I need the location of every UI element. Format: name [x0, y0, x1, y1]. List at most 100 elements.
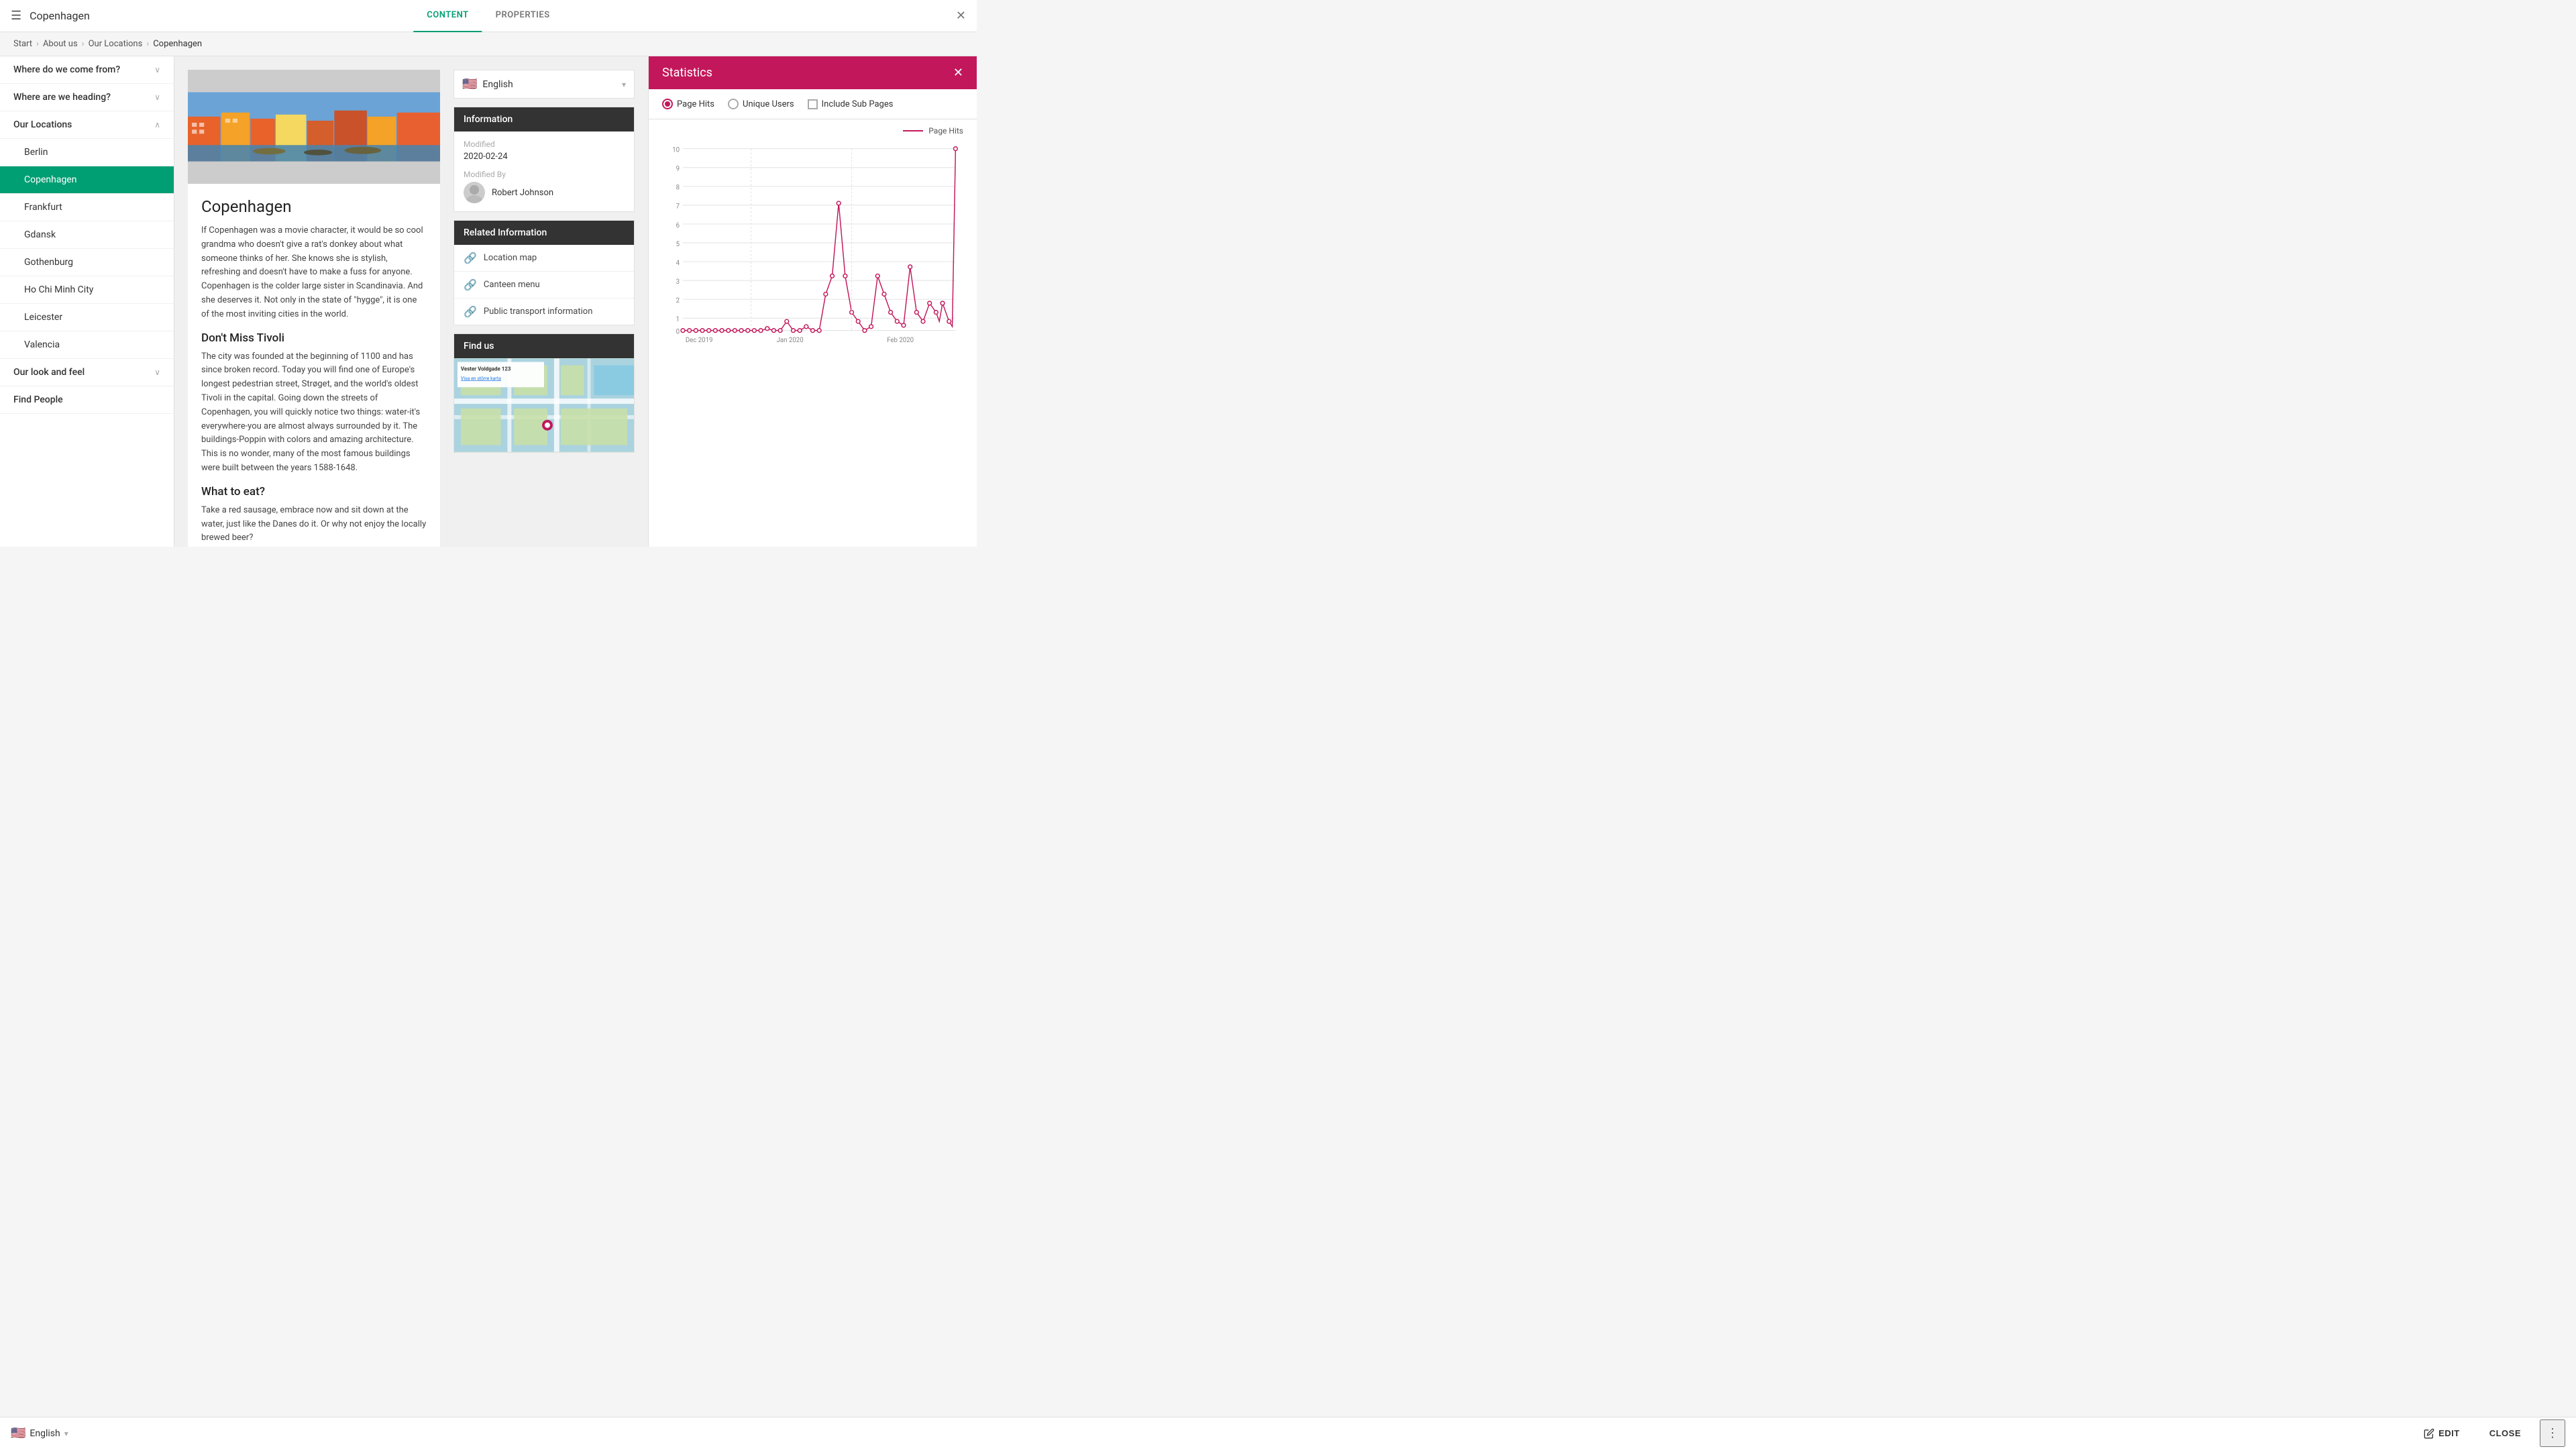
article-heading3: What to eat?: [201, 485, 427, 498]
close-top-icon[interactable]: ✕: [956, 9, 966, 23]
sidebar-item-hcmc[interactable]: Ho Chi Minh City: [0, 276, 174, 304]
information-card: Information Modified 2020-02-24 Modified…: [453, 107, 635, 212]
edit-button[interactable]: EDIT: [2413, 1423, 2471, 1444]
statistics-close-icon[interactable]: ✕: [953, 66, 963, 80]
page-hits-label: Page Hits: [677, 99, 714, 109]
statistics-header: Statistics ✕: [649, 56, 977, 89]
article-body3: Take a red sausage, embrace now and sit …: [201, 504, 427, 545]
sidebar-item-copenhagen[interactable]: Copenhagen: [0, 166, 174, 194]
hamburger-icon[interactable]: ☰: [11, 9, 21, 23]
related-item-location-map[interactable]: 🔗 Location map: [454, 245, 634, 272]
sidebar-item-valencia[interactable]: Valencia: [0, 331, 174, 359]
related-items: 🔗 Location map 🔗 Canteen menu 🔗 Public t…: [454, 245, 634, 325]
sidebar-item-where-heading[interactable]: Where are we heading? ∨: [0, 84, 174, 111]
main-layout: Where do we come from? ∨ Where are we he…: [0, 56, 977, 547]
find-us-header: Find us: [454, 334, 634, 358]
svg-text:4: 4: [676, 260, 680, 267]
svg-text:9: 9: [676, 166, 680, 173]
include-sub-option[interactable]: Include Sub Pages: [808, 99, 894, 109]
related-item-canteen-menu[interactable]: 🔗 Canteen menu: [454, 272, 634, 299]
breadcrumb-locations[interactable]: Our Locations: [89, 39, 143, 49]
tab-content[interactable]: CONTENT: [413, 0, 482, 32]
breadcrumb-start[interactable]: Start: [13, 39, 32, 49]
more-button[interactable]: ⋮: [2540, 1419, 2565, 1447]
svg-text:0: 0: [676, 328, 680, 335]
svg-text:7: 7: [676, 203, 680, 211]
page-hits-radio[interactable]: [662, 99, 673, 109]
related-label: Canteen menu: [484, 280, 540, 290]
bottom-flag-icon: 🇺🇸: [11, 1426, 25, 1440]
chevron-down-icon: ∨: [154, 65, 160, 74]
svg-text:5: 5: [676, 241, 680, 248]
svg-text:Dec 2019: Dec 2019: [686, 337, 713, 343]
bottom-actions: EDIT CLOSE ⋮: [2413, 1419, 2565, 1447]
hero-image-svg: [188, 70, 440, 184]
sidebar-item-gothenburg[interactable]: Gothenburg: [0, 249, 174, 276]
sidebar-item-our-locations[interactable]: Our Locations ∧: [0, 111, 174, 139]
svg-text:Feb 2020: Feb 2020: [887, 337, 914, 343]
svg-text:3: 3: [676, 278, 680, 286]
bottom-language-label: English: [30, 1428, 60, 1439]
tab-properties[interactable]: PROPERTIES: [482, 0, 564, 32]
sidebar-item-frankfurt[interactable]: Frankfurt: [0, 194, 174, 221]
modified-value: 2020-02-24: [464, 152, 625, 162]
bottom-bar: 🇺🇸 English ▾ EDIT CLOSE ⋮: [0, 1417, 2576, 1449]
close-label: CLOSE: [2489, 1428, 2521, 1438]
sidebar-item-look-feel[interactable]: Our look and feel ∨: [0, 359, 174, 386]
svg-text:Jan 2020: Jan 2020: [777, 337, 804, 343]
include-sub-checkbox[interactable]: [808, 99, 818, 109]
sidebar-item-gdansk[interactable]: Gdansk: [0, 221, 174, 249]
find-us-card: Find us: [453, 333, 635, 453]
right-panel: 🇺🇸 English ▾ Information Modified 2020-0…: [453, 70, 635, 533]
svg-text:Visa en större karta: Visa en större karta: [461, 376, 501, 381]
information-header: Information: [454, 107, 634, 131]
close-button[interactable]: CLOSE: [2479, 1423, 2532, 1444]
article-title: Copenhagen: [201, 197, 427, 216]
legend-label: Page Hits: [928, 126, 963, 136]
map-area: Vester Voldgade 123 Visa en större karta: [454, 358, 634, 452]
article-heading2: Don't Miss Tivoli: [201, 331, 427, 345]
link-icon: 🔗: [464, 305, 477, 318]
sidebar-item-berlin[interactable]: Berlin: [0, 139, 174, 166]
content-area: Copenhagen If Copenhagen was a movie cha…: [174, 56, 648, 547]
svg-text:8: 8: [676, 184, 680, 192]
language-selector[interactable]: 🇺🇸 English ▾: [453, 70, 635, 99]
content-image: [188, 70, 440, 184]
tabs: CONTENT PROPERTIES: [413, 0, 563, 32]
modified-label: Modified: [464, 140, 625, 149]
sidebar-item-find-people[interactable]: Find People: [0, 386, 174, 414]
breadcrumb: Start › About us › Our Locations › Copen…: [0, 32, 977, 56]
statistics-options: Page Hits Unique Users Include Sub Pages: [649, 89, 977, 119]
user-name: Robert Johnson: [492, 188, 553, 198]
more-icon: ⋮: [2546, 1426, 2559, 1440]
link-icon: 🔗: [464, 252, 477, 264]
sidebar: Where do we come from? ∨ Where are we he…: [0, 56, 174, 547]
bottom-chevron-icon: ▾: [64, 1429, 68, 1438]
chevron-down-icon: ∨: [154, 93, 160, 102]
sidebar-item-leicester[interactable]: Leicester: [0, 304, 174, 331]
statistics-panel: Statistics ✕ Page Hits Unique Users Incl…: [648, 56, 977, 547]
sidebar-item-where-from[interactable]: Where do we come from? ∨: [0, 56, 174, 84]
unique-users-radio[interactable]: [728, 99, 739, 109]
svg-text:1: 1: [676, 316, 680, 323]
related-item-transport[interactable]: 🔗 Public transport information: [454, 299, 634, 325]
related-information-card: Related Information 🔗 Location map 🔗 Can…: [453, 220, 635, 325]
related-label: Public transport information: [484, 307, 592, 317]
chart-container: Page Hits 10 9 8 7 6 5 4 3 2 1 0: [649, 119, 977, 547]
article-body2: The city was founded at the beginning of…: [201, 350, 427, 476]
unique-users-label: Unique Users: [743, 99, 794, 109]
statistics-title: Statistics: [662, 66, 712, 80]
statistics-chart: 10 9 8 7 6 5 4 3 2 1 0: [662, 142, 963, 343]
chevron-down-icon: ∨: [154, 368, 160, 377]
include-sub-label: Include Sub Pages: [822, 99, 894, 109]
information-body: Modified 2020-02-24 Modified By Robert J…: [454, 131, 634, 211]
breadcrumb-about[interactable]: About us: [43, 39, 78, 49]
bottom-language-selector[interactable]: 🇺🇸 English ▾: [11, 1426, 68, 1440]
unique-users-option[interactable]: Unique Users: [728, 99, 794, 109]
svg-text:Vester Voldgade 123: Vester Voldgade 123: [461, 366, 511, 372]
chevron-up-icon: ∧: [154, 120, 160, 129]
modified-by-user: Robert Johnson: [464, 182, 625, 203]
modified-by-label: Modified By: [464, 170, 625, 179]
related-label: Location map: [484, 253, 537, 263]
page-hits-option[interactable]: Page Hits: [662, 99, 714, 109]
